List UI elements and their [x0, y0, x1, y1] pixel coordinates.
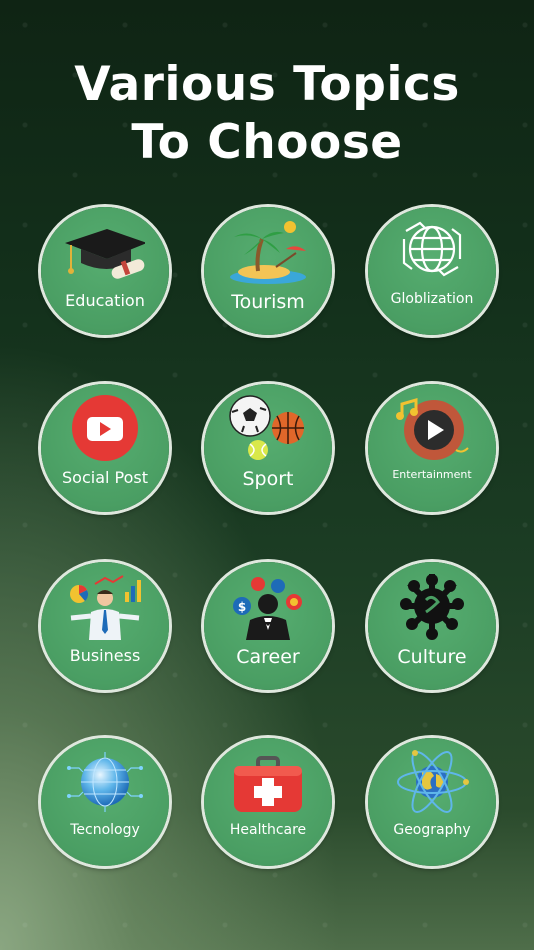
topic-label: Education: [65, 291, 145, 310]
business-man-icon: [70, 575, 141, 640]
career-man-icon: $: [233, 577, 302, 640]
atom-globe-icon: [397, 750, 469, 813]
svg-text:$: $: [238, 600, 246, 614]
topic-business[interactable]: Business: [41, 562, 169, 690]
tech-globe-icon: [67, 752, 143, 812]
topic-globalization[interactable]: Globlization: [368, 207, 496, 335]
topic-label: Entertainment: [392, 468, 472, 481]
topic-label: Career: [236, 646, 300, 668]
topic-label: Sport: [242, 468, 294, 490]
title-line-1: Various Topics: [74, 57, 460, 112]
topic-label: Globlization: [390, 291, 474, 307]
topic-label: Tecnology: [70, 822, 140, 838]
title-line-2: To Choose: [131, 115, 403, 170]
topic-education[interactable]: Education: [41, 207, 169, 335]
topic-label: Geography: [393, 822, 471, 838]
play-button-icon: [72, 395, 138, 461]
topic-career[interactable]: $ Career: [204, 562, 332, 690]
topic-entertainment[interactable]: Entertainment: [368, 384, 496, 512]
topic-label: Culture: [397, 646, 467, 668]
island-icon: [230, 221, 306, 284]
culture-tree-icon: [400, 574, 464, 640]
topic-social-post[interactable]: Social Post: [41, 384, 169, 512]
topic-sport[interactable]: Sport: [204, 384, 332, 512]
first-aid-kit-icon: [234, 756, 302, 812]
topic-culture[interactable]: Culture: [368, 562, 496, 690]
globe-hands-icon: [402, 221, 462, 277]
music-play-icon: [396, 398, 469, 460]
topic-tourism[interactable]: Tourism: [204, 207, 332, 335]
page-title: Various Topics To Choose: [0, 56, 534, 172]
topic-label: Healthcare: [229, 822, 307, 838]
topic-label: Social Post: [62, 468, 148, 487]
sport-balls-icon: [229, 395, 304, 460]
topic-label: Business: [69, 646, 141, 665]
topic-geography[interactable]: Geography: [368, 738, 496, 866]
graduation-cap-icon: [65, 229, 145, 279]
topic-healthcare[interactable]: Healthcare: [204, 738, 332, 866]
topic-label: Tourism: [231, 291, 305, 313]
topic-technology[interactable]: Tecnology: [41, 738, 169, 866]
